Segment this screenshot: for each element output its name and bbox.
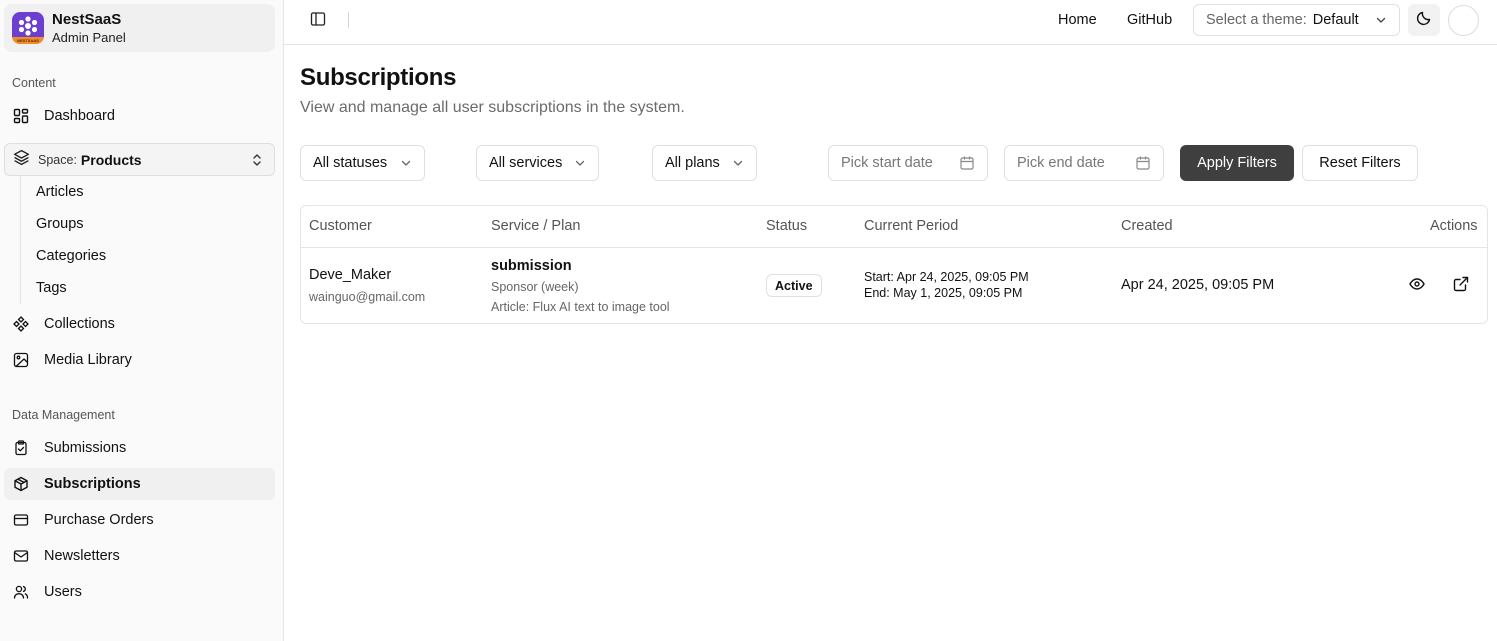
divider [348,12,349,28]
top-bar: Home GitHub Select a theme: Default [284,0,1497,45]
page-title: Subscriptions [300,64,457,91]
sidebar-item-submissions[interactable]: Submissions [4,432,275,464]
period-start: Start: Apr 24, 2025, 09:05 PM [864,270,1029,284]
sidebar-item-label: Collections [44,316,115,332]
start-date-placeholder: Pick start date [841,155,933,171]
collections-icon [12,315,30,333]
column-header-created: Created [1121,218,1173,234]
table-header: Customer Service / Plan Status Current P… [301,206,1487,248]
brand-name: NestSaaS [52,11,122,28]
panel-left-icon [310,11,326,32]
sidebar-item-users[interactable]: Users [4,576,275,608]
logo-band: NESTSAAS [12,37,44,44]
mail-icon [12,547,30,565]
status-filter-select[interactable]: All statuses [300,145,425,181]
sidebar-item-groups[interactable]: Groups [24,209,274,239]
group-label-content: Content [12,76,56,90]
sidebar-item-categories[interactable]: Categories [24,241,274,271]
chevron-down-icon [1375,14,1387,30]
column-header-customer: Customer [309,218,372,234]
theme-select[interactable]: Select a theme: Default [1193,4,1400,36]
brand-header[interactable]: NESTSAAS NestSaaS Admin Panel [4,4,275,52]
app-logo: NESTSAAS [12,12,44,44]
package-icon [12,475,30,493]
space-select[interactable]: Space: Products [4,143,275,176]
group-label-data-management: Data Management [12,408,115,422]
service-filter-select[interactable]: All services [476,145,599,181]
sidebar-item-label: Newsletters [44,548,120,564]
sidebar-item-media-library[interactable]: Media Library [4,344,275,376]
layers-icon [13,149,30,171]
theme-select-label: Select a theme: [1206,12,1307,28]
sidebar-item-purchase-orders[interactable]: Purchase Orders [4,504,275,536]
sidebar-item-label: Purchase Orders [44,512,154,528]
status-filter-value: All statuses [313,155,388,171]
sidebar-item-label: Users [44,584,82,600]
end-date-placeholder: Pick end date [1017,155,1105,171]
plan-filter-value: All plans [665,155,720,171]
sidebar-item-articles[interactable]: Articles [24,177,274,207]
sidebar-item-label: Media Library [44,352,132,368]
sidebar-item-dashboard[interactable]: Dashboard [4,100,275,132]
chevron-down-icon [574,157,586,173]
sidebar-toggle-button[interactable] [308,11,328,31]
nav-link-home[interactable]: Home [1058,12,1097,28]
calendar-icon [959,155,975,175]
page-description: View and manage all user subscriptions i… [300,99,685,116]
eye-icon [1409,276,1425,297]
column-header-service-plan: Service / Plan [491,218,581,234]
status-badge: Active [766,274,822,297]
chevrons-up-down-icon [250,152,264,173]
created-date: Apr 24, 2025, 09:05 PM [1121,277,1275,293]
theme-select-value: Default [1312,12,1359,28]
service-name: submission [491,258,572,274]
column-header-status: Status [766,218,808,234]
space-value: Products [80,151,142,168]
clipboard-check-icon [12,439,30,457]
column-header-current-period: Current Period [864,218,959,234]
apply-filters-button[interactable]: Apply Filters [1180,145,1294,181]
plan-name: Sponsor (week) [491,280,579,294]
moon-icon [1416,10,1432,31]
space-items-guide [20,176,21,304]
sidebar-item-label: Subscriptions [44,476,141,492]
subscriptions-table: Customer Service / Plan Status Current P… [300,205,1488,324]
customer-name: Deve_Maker [309,267,392,283]
plan-filter-select[interactable]: All plans [652,145,757,181]
chevron-down-icon [400,157,412,173]
chevron-down-icon [732,157,744,173]
sidebar-item-tags[interactable]: Tags [24,273,274,303]
customer-email: wainguo@gmail.com [309,290,426,304]
start-date-picker[interactable]: Pick start date [828,145,988,181]
column-header-actions: Actions [1430,218,1478,234]
nav-link-github[interactable]: GitHub [1127,12,1172,28]
sidebar-item-collections[interactable]: Collections [4,308,275,340]
brand-subtitle: Admin Panel [52,30,126,45]
user-avatar[interactable] [1448,5,1479,36]
period-end: End: May 1, 2025, 09:05 PM [864,286,1023,300]
related-article: Article: Flux AI text to image tool [491,300,670,314]
users-icon [12,583,30,601]
end-date-picker[interactable]: Pick end date [1004,145,1164,181]
sidebar-item-label: Submissions [44,440,127,456]
dark-mode-toggle-button[interactable] [1408,4,1440,36]
sidebar-item-subscriptions[interactable]: Subscriptions [4,468,275,500]
open-external-button[interactable] [1448,273,1474,299]
service-filter-value: All services [489,155,563,171]
calendar-icon [1135,155,1151,175]
dashboard-icon [12,107,30,125]
view-button[interactable] [1404,273,1430,299]
external-link-icon [1453,276,1469,297]
space-label: Space: [38,152,77,167]
credit-card-icon [12,511,30,529]
sidebar: NESTSAAS NestSaaS Admin Panel Content Da… [0,0,284,641]
reset-filters-button[interactable]: Reset Filters [1302,145,1418,181]
sidebar-item-newsletters[interactable]: Newsletters [4,540,275,572]
image-icon [12,351,30,369]
sidebar-item-label: Dashboard [44,108,115,124]
